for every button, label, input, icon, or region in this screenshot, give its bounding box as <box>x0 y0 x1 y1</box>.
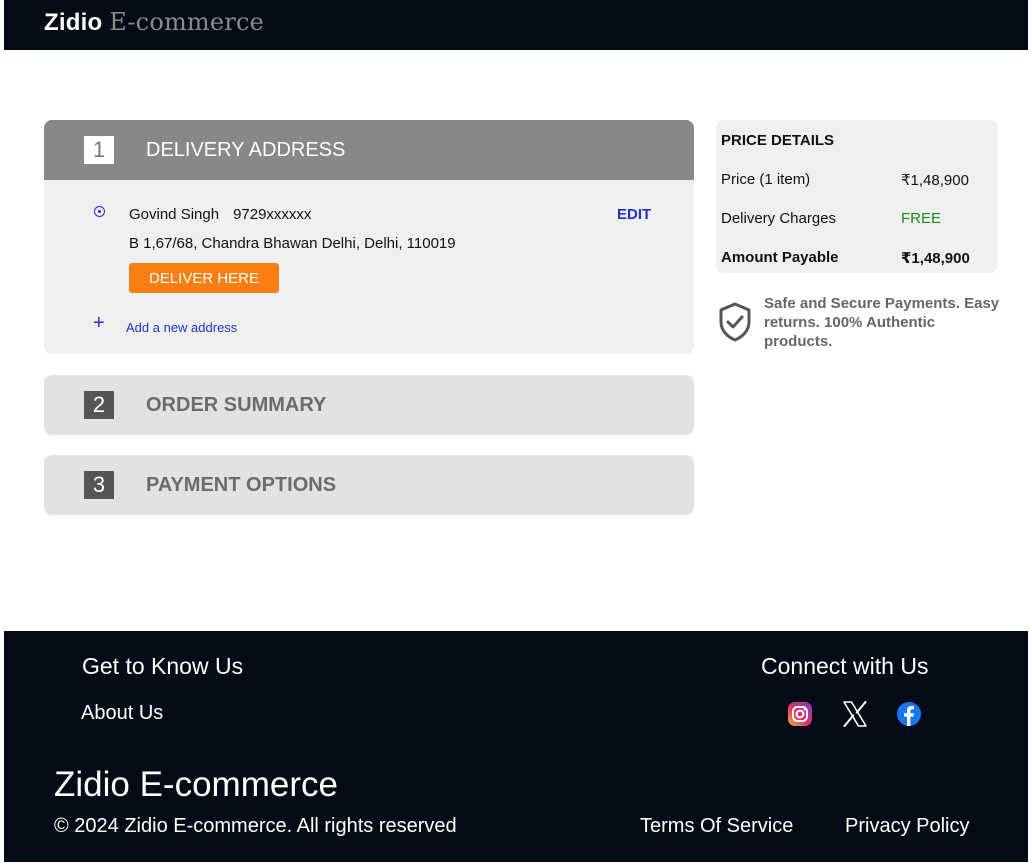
edit-address-button[interactable]: EDIT <box>617 206 651 223</box>
add-new-address-link[interactable]: Add a new address <box>126 320 237 335</box>
step-delivery-address: 1 DELIVERY ADDRESS Govind Singh 9729xxxxx… <box>44 120 694 354</box>
step-header[interactable]: 3 PAYMENT OPTIONS <box>44 455 694 515</box>
step-order-summary[interactable]: 2 ORDER SUMMARY <box>44 375 694 435</box>
price-value: ₹1,48,900 <box>901 172 969 189</box>
step-title: ORDER SUMMARY <box>146 393 327 416</box>
footer-brand: Zidio E-commerce <box>54 765 338 804</box>
copyright-text: © 2024 Zidio E-commerce. All rights rese… <box>54 815 457 837</box>
step-header[interactable]: 2 ORDER SUMMARY <box>44 375 694 435</box>
delivery-charges-value: FREE <box>901 210 942 227</box>
footer-know-heading: Get to Know Us <box>82 653 244 679</box>
about-us-link[interactable]: About Us <box>81 702 163 725</box>
amount-payable-value: ₹1,48,900 <box>901 250 970 267</box>
privacy-policy-link[interactable]: Privacy Policy <box>845 815 969 838</box>
address-line: B 1,67/68, Chandra Bhawan Delhi, Delhi, … <box>129 235 456 252</box>
address-name: Govind Singh <box>129 206 220 223</box>
step-payment-options[interactable]: 3 PAYMENT OPTIONS <box>44 455 694 515</box>
address-panel: Govind Singh 9729xxxxxx EDIT B 1,67/68, C… <box>44 180 694 354</box>
facebook-icon[interactable] <box>896 701 922 727</box>
brand-accent: E-commerce <box>109 8 265 36</box>
address-phone: 9729xxxxxx <box>233 206 312 223</box>
price-details-card: PRICE DETAILS Price (1 item) ₹1,48,900 D… <box>716 120 998 273</box>
x-icon[interactable] <box>842 701 868 727</box>
instagram-icon[interactable] <box>787 701 813 727</box>
amount-payable-label: Amount Payable <box>721 249 839 266</box>
deliver-here-button[interactable]: DELIVER HERE <box>129 263 279 293</box>
secure-note-text: Safe and Secure Payments. Easy returns. … <box>764 295 1000 350</box>
footer-connect-heading: Connect with Us <box>761 653 929 679</box>
plus-icon[interactable]: + <box>93 313 105 333</box>
terms-of-service-link[interactable]: Terms Of Service <box>640 815 793 838</box>
secure-payments-note: Safe and Secure Payments. Easy returns. … <box>718 294 1008 354</box>
step-header[interactable]: 1 DELIVERY ADDRESS <box>44 120 694 180</box>
step-number: 2 <box>84 391 114 419</box>
price-label: Price (1 item) <box>721 171 811 188</box>
step-title: DELIVERY ADDRESS <box>146 138 346 161</box>
page: Zidio E-commerce 1 DELIVERY ADDRESS Govi… <box>4 0 1028 862</box>
shield-check-icon <box>719 302 751 342</box>
step-number: 1 <box>84 136 114 164</box>
brand-main: Zidio <box>44 9 103 36</box>
footer: Get to Know Us About Us Connect with Us <box>4 631 1028 862</box>
step-number: 3 <box>84 471 114 499</box>
top-nav-bar: Zidio E-commerce <box>4 0 1028 50</box>
price-details-title: PRICE DETAILS <box>721 132 835 149</box>
address-contact: Govind Singh 9729xxxxxx <box>129 206 311 223</box>
delivery-charges-label: Delivery Charges <box>721 210 837 227</box>
brand-logo[interactable]: Zidio E-commerce <box>44 8 264 37</box>
step-title: PAYMENT OPTIONS <box>146 473 337 496</box>
address-radio-selected[interactable] <box>94 206 105 217</box>
